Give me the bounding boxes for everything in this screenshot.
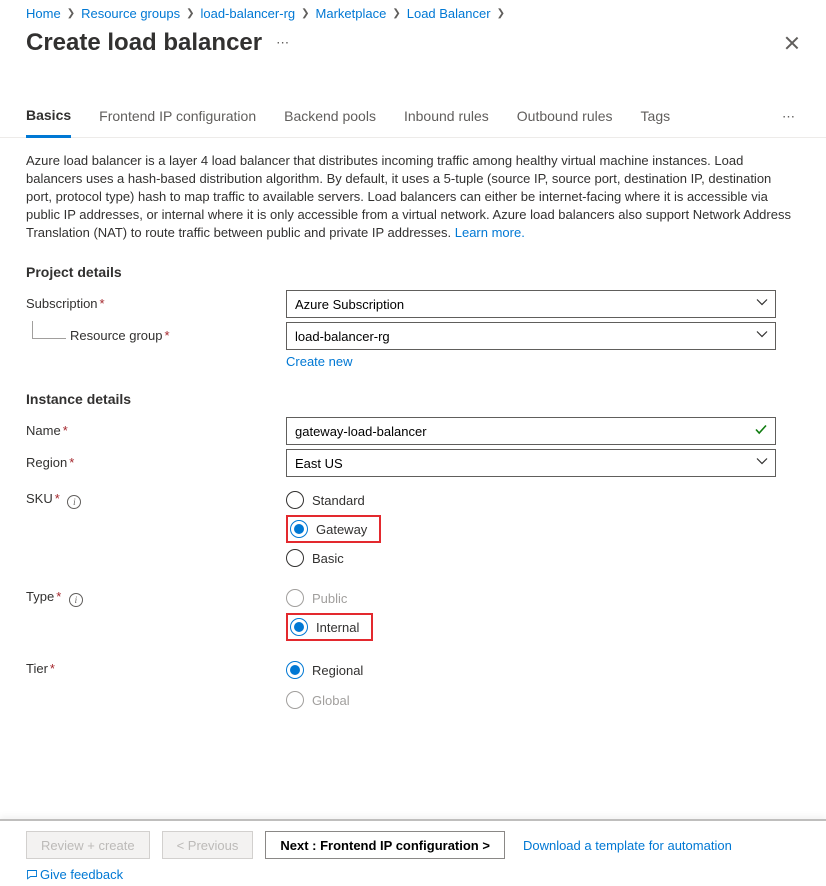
subscription-label: Subscription xyxy=(26,296,98,311)
required-icon: * xyxy=(69,455,74,470)
tab-inbound-rules[interactable]: Inbound rules xyxy=(404,98,489,136)
tab-basics[interactable]: Basics xyxy=(26,97,71,138)
resource-group-select[interactable]: load-balancer-rg xyxy=(286,322,776,350)
radio-icon xyxy=(290,618,308,636)
chevron-right-icon: ❯ xyxy=(67,8,75,19)
more-icon[interactable]: ⋯ xyxy=(276,35,290,51)
radio-icon xyxy=(286,549,304,567)
required-icon: * xyxy=(165,328,170,343)
download-template-link[interactable]: Download a template for automation xyxy=(523,838,732,853)
intro-text: Azure load balancer is a layer 4 load ba… xyxy=(26,152,800,242)
chevron-right-icon: ❯ xyxy=(301,8,309,19)
subscription-select[interactable]: Azure Subscription xyxy=(286,290,776,318)
tab-frontend-ip[interactable]: Frontend IP configuration xyxy=(99,98,256,136)
required-icon: * xyxy=(55,491,60,506)
radio-icon xyxy=(286,691,304,709)
required-icon: * xyxy=(63,423,68,438)
type-label: Type xyxy=(26,589,54,604)
name-label: Name xyxy=(26,423,61,438)
page-header: Create load balancer ⋯ xyxy=(0,21,826,57)
section-project-details: Project details xyxy=(26,264,800,280)
footer: Review + create < Previous Next : Fronte… xyxy=(0,819,826,886)
intro-body: Azure load balancer is a layer 4 load ba… xyxy=(26,153,791,240)
radio-icon xyxy=(286,589,304,607)
chevron-right-icon: ❯ xyxy=(497,8,505,19)
breadcrumb-item[interactable]: Resource groups xyxy=(81,6,180,21)
breadcrumb-item[interactable]: Load Balancer xyxy=(407,6,491,21)
sku-radio-gateway[interactable]: Gateway xyxy=(290,517,367,541)
chevron-right-icon: ❯ xyxy=(186,8,194,19)
chevron-right-icon: ❯ xyxy=(392,8,400,19)
type-radio-internal[interactable]: Internal xyxy=(290,615,359,639)
tab-tags[interactable]: Tags xyxy=(641,98,671,136)
info-icon[interactable]: i xyxy=(67,495,81,509)
radio-icon xyxy=(286,491,304,509)
radio-label: Standard xyxy=(312,493,365,508)
radio-icon xyxy=(290,520,308,538)
page-title: Create load balancer xyxy=(26,29,262,57)
tier-radio-regional[interactable]: Regional xyxy=(286,655,776,685)
breadcrumb-item[interactable]: load-balancer-rg xyxy=(200,6,295,21)
required-icon: * xyxy=(56,589,61,604)
required-icon: * xyxy=(100,296,105,311)
radio-label: Gateway xyxy=(316,522,367,537)
sku-radio-standard[interactable]: Standard xyxy=(286,485,776,515)
info-icon[interactable]: i xyxy=(69,593,83,607)
radio-label: Public xyxy=(312,591,347,606)
region-label: Region xyxy=(26,455,67,470)
tree-connector-icon xyxy=(32,321,66,339)
radio-icon xyxy=(286,661,304,679)
breadcrumb-item[interactable]: Home xyxy=(26,6,61,21)
radio-label: Regional xyxy=(312,663,363,678)
resource-group-label: Resource group xyxy=(70,328,163,343)
next-button[interactable]: Next : Frontend IP configuration > xyxy=(265,831,505,859)
radio-label: Global xyxy=(312,693,350,708)
required-icon: * xyxy=(50,661,55,676)
highlight-type-internal: Internal xyxy=(286,613,373,641)
give-feedback-link[interactable]: Give feedback xyxy=(26,867,123,882)
tab-backend-pools[interactable]: Backend pools xyxy=(284,98,376,136)
region-select[interactable]: East US xyxy=(286,449,776,477)
tier-label: Tier xyxy=(26,661,48,676)
radio-label: Internal xyxy=(316,620,359,635)
tab-outbound-rules[interactable]: Outbound rules xyxy=(517,98,613,136)
tab-bar: Basics Frontend IP configuration Backend… xyxy=(0,97,826,138)
tier-radio-global: Global xyxy=(286,685,776,715)
tab-content: Azure load balancer is a layer 4 load ba… xyxy=(0,138,826,715)
sku-radio-basic[interactable]: Basic xyxy=(286,543,776,573)
section-instance-details: Instance details xyxy=(26,391,800,407)
name-input[interactable] xyxy=(286,417,776,445)
tabs-more-icon[interactable]: ⋯ xyxy=(782,109,800,125)
learn-more-link[interactable]: Learn more. xyxy=(455,225,525,240)
breadcrumb: Home ❯ Resource groups ❯ load-balancer-r… xyxy=(0,0,826,21)
highlight-sku-gateway: Gateway xyxy=(286,515,381,543)
create-new-link[interactable]: Create new xyxy=(286,354,352,369)
sku-label: SKU xyxy=(26,491,53,506)
type-radio-public: Public xyxy=(286,583,776,613)
feedback-icon xyxy=(26,869,38,881)
close-icon[interactable] xyxy=(784,35,800,51)
breadcrumb-item[interactable]: Marketplace xyxy=(316,6,387,21)
check-icon xyxy=(754,423,768,440)
previous-button: < Previous xyxy=(162,831,254,859)
review-create-button: Review + create xyxy=(26,831,150,859)
radio-label: Basic xyxy=(312,551,344,566)
